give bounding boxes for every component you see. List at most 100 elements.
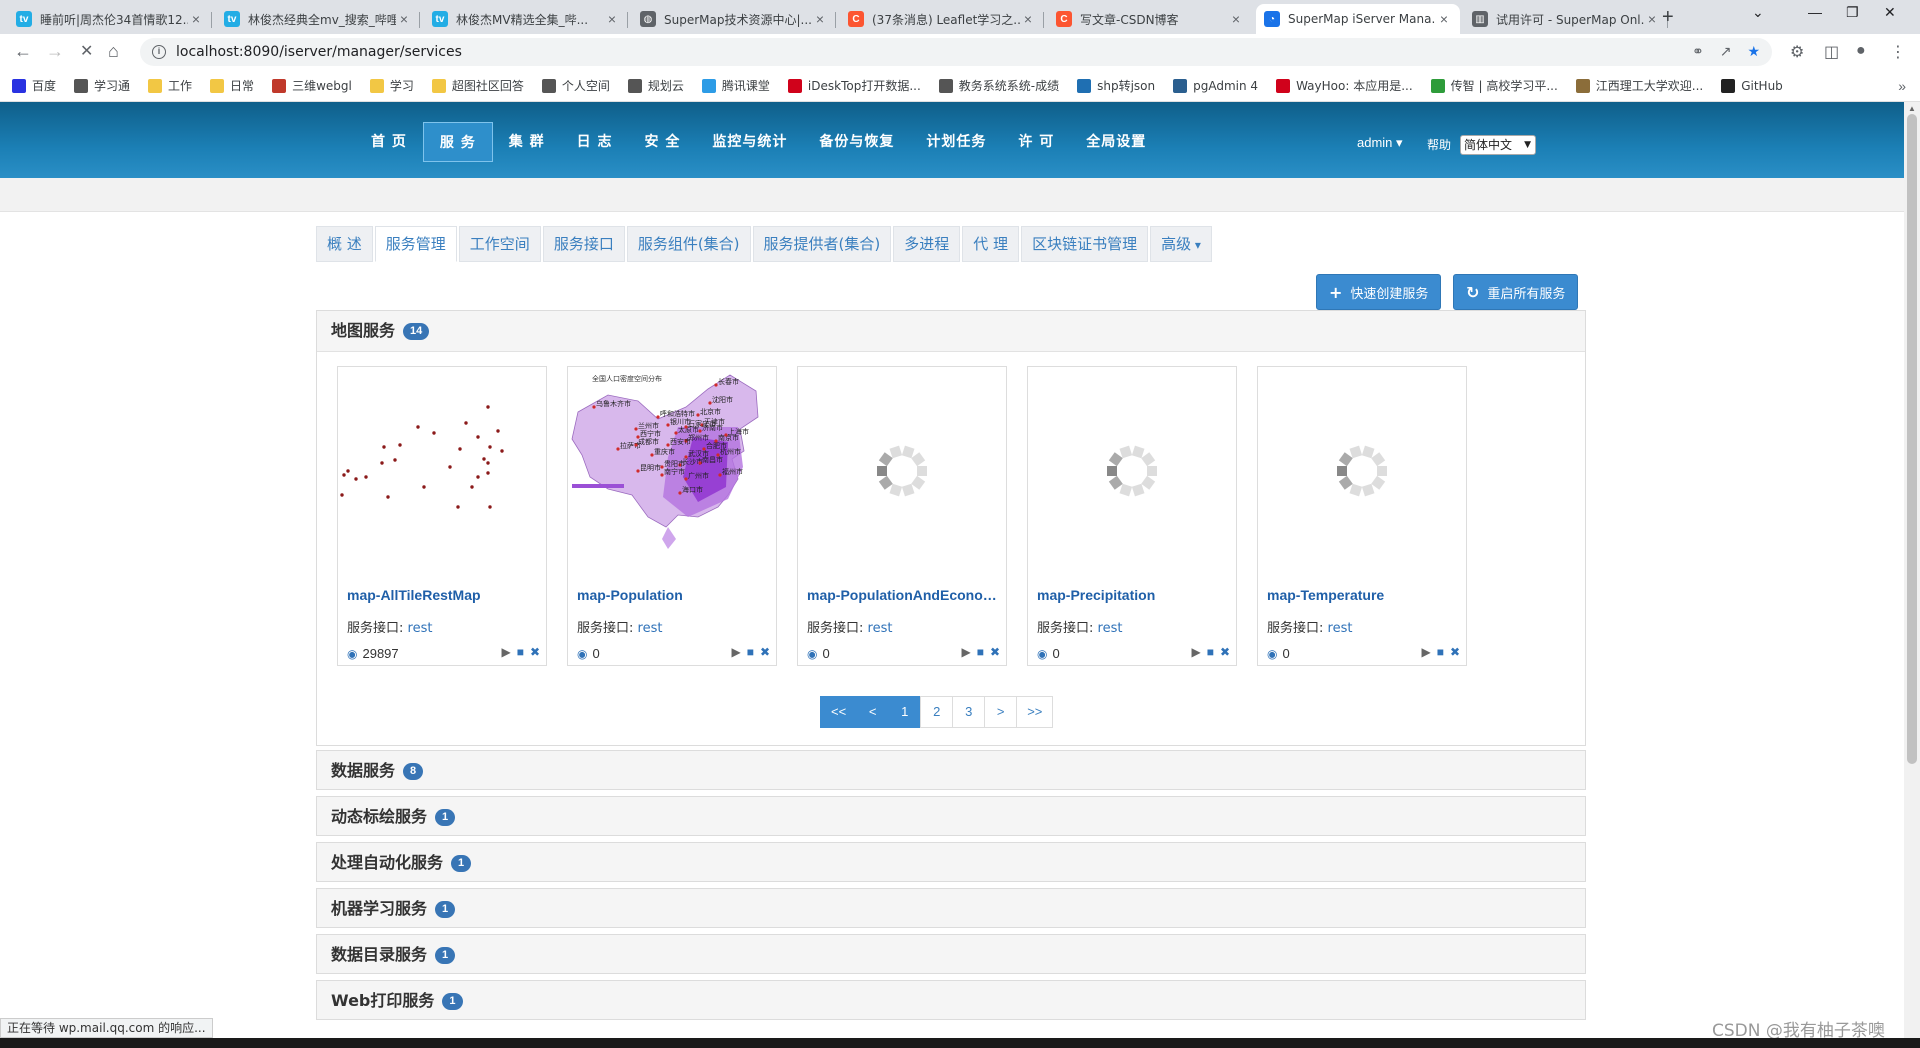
nav-item[interactable]: 首 页 [355,122,423,162]
interface-link[interactable]: rest [1098,621,1123,636]
restore-icon[interactable]: ❐ [1846,4,1859,21]
panel-header[interactable]: 处理自动化服务 1 [317,843,1585,883]
map-thumbnail[interactable] [1028,367,1236,575]
side-panel-icon[interactable]: ◫ [1824,42,1839,62]
close-icon[interactable]: × [1020,11,1036,27]
map-thumbnail[interactable] [338,367,546,575]
bookmark-item[interactable]: 个人空间 [541,77,610,94]
bookmark-item[interactable]: 日常 [210,77,254,94]
play-icon[interactable]: ▶ [1191,645,1200,659]
user-menu[interactable]: admin ▾ [1357,135,1403,151]
browser-tab[interactable]: ▥ 试用许可 - SuperMap Onl... × [1464,4,1668,34]
nav-item[interactable]: 日 志 [561,122,629,162]
play-icon[interactable]: ▶ [731,645,740,659]
browser-tab[interactable]: tv 林俊杰经典全mv_搜索_哔哩... × [216,4,420,34]
tab-item[interactable]: 服务组件(集合) [626,226,751,262]
tab-item[interactable]: 代 理 [962,226,1020,262]
tab-item[interactable]: 多进程 [893,226,961,262]
service-name-link[interactable]: map-Precipitation [1037,587,1232,603]
close-icon[interactable]: × [1436,11,1452,27]
profile-icon[interactable]: ● [1856,42,1866,60]
service-name-link[interactable]: map-AllTileRestMap [347,587,542,603]
bookmark-item[interactable]: GitHub [1721,78,1783,93]
stop-icon[interactable]: ✕ [80,41,93,61]
restart-all-services-button[interactable]: ↻ 重启所有服务 [1453,274,1579,310]
key-icon[interactable]: ⚭ [1692,43,1704,60]
page-link[interactable]: < [856,696,890,728]
stop-icon[interactable]: ■ [747,645,754,659]
bookmark-item[interactable]: 教务系统系统-成绩 [938,77,1059,94]
stop-icon[interactable]: ■ [1207,645,1214,659]
nav-item[interactable]: 全局设置 [1070,122,1162,162]
bookmark-item[interactable]: 规划云 [627,77,684,94]
menu-kebab-icon[interactable]: ⋮ [1890,42,1906,62]
close-icon[interactable]: × [188,11,204,27]
service-category-panel[interactable]: 数据服务 8 [316,750,1586,790]
interface-link[interactable]: rest [1328,621,1353,636]
service-category-panel[interactable]: Web打印服务 1 [316,980,1586,1020]
browser-tab[interactable]: ◍ SuperMap技术资源中心|... × [632,4,836,34]
service-card[interactable]: 全国人口密度空间分布 乌鲁木齐市 呼和浩特市 兰州市 拉萨市 成都市 昆明市 长春市 沈阳市 北京… [567,366,777,666]
service-card[interactable]: map-AllTileRestMap 服务接口: rest ◉ 29897 ▶ ■ ✖ [337,366,547,666]
service-name-link[interactable]: map-Population [577,587,772,603]
close-icon[interactable]: × [604,11,620,27]
browser-tab[interactable]: tv 睡前听|周杰伦34首情歌12... × [8,4,212,34]
nav-item[interactable]: 安 全 [629,122,697,162]
page-link[interactable]: >> [1016,696,1054,728]
share-icon[interactable]: ↗ [1720,43,1732,60]
panel-header[interactable]: Web打印服务 1 [317,981,1585,1021]
browser-tab[interactable]: C 写文章-CSDN博客 × [1048,4,1252,34]
nav-item[interactable]: 集 群 [493,122,561,162]
service-category-panel[interactable]: 数据目录服务 1 [316,934,1586,974]
bookmark-item[interactable]: 工作 [148,77,192,94]
delete-icon[interactable]: ✖ [1450,645,1460,659]
help-link[interactable]: 帮助 [1427,136,1451,153]
quick-create-service-button[interactable]: + 快速创建服务 [1316,274,1442,310]
service-name-link[interactable]: map-PopulationAndEconomy [807,587,1002,603]
window-close-icon[interactable]: ✕ [1884,4,1896,21]
tab-item[interactable]: 服务提供者(集合) [752,226,892,262]
page-link[interactable]: 3 [952,696,986,728]
nav-item[interactable]: 许 可 [1002,122,1070,162]
service-card[interactable]: map-PopulationAndEconomy 服务接口: rest ◉ 0 ▶ ■ ✖ [797,366,1007,666]
interface-link[interactable]: rest [408,621,433,636]
close-icon[interactable]: × [812,11,828,27]
home-icon[interactable]: ⌂ [108,41,119,62]
play-icon[interactable]: ▶ [501,645,510,659]
nav-item[interactable]: 监控与统计 [696,122,803,162]
service-card[interactable]: map-Temperature 服务接口: rest ◉ 0 ▶ ■ ✖ [1257,366,1467,666]
page-scrollbar[interactable]: ▲ [1904,102,1920,1048]
browser-tab[interactable]: C (37条消息) Leaflet学习之... × [840,4,1044,34]
page-link[interactable]: << [820,696,858,728]
map-services-header[interactable]: 地图服务 14 [317,311,1585,351]
bookmark-item[interactable]: 江西理工大学欢迎... [1575,77,1703,94]
site-info-icon[interactable]: i [152,45,166,59]
minimize-icon[interactable]: — [1808,4,1822,20]
language-select[interactable]: 简体中文 ▼ [1460,135,1536,155]
close-icon[interactable]: × [1228,11,1244,27]
interface-link[interactable]: rest [638,621,663,636]
bookmark-item[interactable]: 传智 | 高校学习平... [1430,77,1558,94]
panel-header[interactable]: 数据目录服务 1 [317,935,1585,975]
bookmark-item[interactable]: iDeskTop打开数据... [787,77,921,94]
scrollbar-thumb[interactable] [1907,114,1917,764]
panel-header[interactable]: 动态标绘服务 1 [317,797,1585,837]
browser-tab[interactable]: tv 林俊杰MV精选全集_哔... × [424,4,628,34]
chevron-down-icon[interactable]: ⌄ [1752,4,1764,21]
tab-item[interactable]: 服务管理 [374,226,457,262]
scroll-up-icon[interactable]: ▲ [1908,104,1916,113]
forward-icon[interactable]: → [46,41,64,62]
panel-header[interactable]: 数据服务 8 [317,751,1585,791]
address-bar[interactable]: i localhost:8090/iserver/manager/service… [140,38,1772,66]
close-icon[interactable]: × [396,11,412,27]
panel-header[interactable]: 机器学习服务 1 [317,889,1585,929]
close-icon[interactable]: × [1644,11,1660,27]
tab-item[interactable]: 高级 ▾ [1150,226,1212,262]
delete-icon[interactable]: ✖ [530,645,540,659]
bookmark-star-icon[interactable]: ★ [1747,43,1760,60]
interface-link[interactable]: rest [868,621,893,636]
service-category-panel[interactable]: 动态标绘服务 1 [316,796,1586,836]
bookmark-item[interactable]: shp转json [1077,77,1155,94]
nav-item[interactable]: 备份与恢复 [803,122,910,162]
extensions-icon[interactable]: ⚙ [1790,42,1804,62]
